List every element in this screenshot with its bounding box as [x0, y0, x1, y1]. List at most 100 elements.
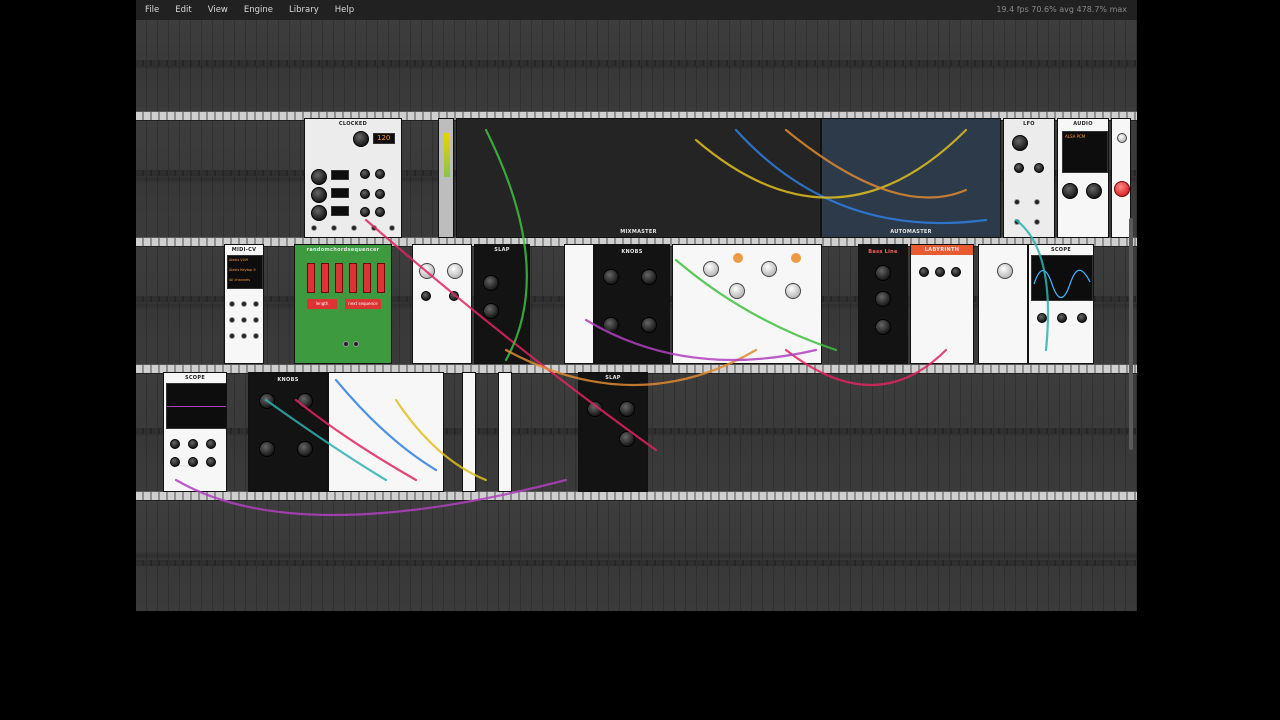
menu-engine[interactable]: Engine — [236, 0, 281, 20]
cv-jack[interactable] — [241, 301, 247, 307]
output-jack[interactable] — [331, 225, 337, 231]
next-sequence-button[interactable]: next sequence — [345, 299, 381, 309]
scale-knob[interactable] — [1077, 313, 1087, 323]
fm-knob[interactable] — [1034, 163, 1044, 173]
knob[interactable] — [603, 317, 619, 333]
knob[interactable] — [259, 393, 275, 409]
chord-button[interactable] — [363, 263, 371, 293]
swing-knob[interactable] — [375, 169, 385, 179]
output-jack[interactable] — [311, 225, 317, 231]
scale-knob[interactable] — [170, 439, 180, 449]
output-jack[interactable] — [389, 225, 395, 231]
knob[interactable] — [641, 317, 657, 333]
menu-edit[interactable]: Edit — [167, 0, 199, 20]
pw-knob[interactable] — [1014, 163, 1024, 173]
lfo-jack[interactable] — [1034, 199, 1040, 205]
module-randomchordsequencer[interactable]: randomchordsequencer length next sequenc… — [294, 244, 392, 364]
swing-knob[interactable] — [375, 189, 385, 199]
scale-knob[interactable] — [1057, 313, 1067, 323]
chord-button[interactable] — [321, 263, 329, 293]
lfo-jack[interactable] — [1034, 219, 1040, 225]
module-knobs[interactable]: KNOBS — [594, 244, 670, 364]
output-jack[interactable] — [351, 225, 357, 231]
knob[interactable] — [297, 441, 313, 457]
scale-knob[interactable] — [188, 457, 198, 467]
env-knob[interactable] — [875, 319, 891, 335]
module-vca[interactable] — [978, 244, 1028, 364]
cv-jack[interactable] — [229, 333, 235, 339]
module-audio[interactable]: AUDIO ALSA PCM — [1057, 118, 1109, 238]
fm-knob[interactable] — [449, 291, 459, 301]
output-jack[interactable] — [371, 225, 377, 231]
chord-button[interactable] — [349, 263, 357, 293]
resonance-knob[interactable] — [785, 283, 801, 299]
fm-knob[interactable] — [421, 291, 431, 301]
knob[interactable] — [259, 441, 275, 457]
module-filter-bank[interactable] — [672, 244, 822, 364]
module-scope[interactable]: SCOPE — [163, 372, 227, 492]
menu-view[interactable]: View — [200, 0, 236, 20]
module-vco[interactable] — [412, 244, 472, 364]
module-mixer[interactable] — [328, 372, 444, 492]
module-automaster[interactable]: AUTOMASTER — [821, 118, 1001, 238]
module-lfo[interactable]: LFO — [1003, 118, 1055, 238]
cutoff-knob[interactable] — [761, 261, 777, 277]
scale-knob[interactable] — [1037, 313, 1047, 323]
swing-knob[interactable] — [360, 207, 370, 217]
menu-library[interactable]: Library — [281, 0, 327, 20]
cutoff-knob[interactable] — [875, 265, 891, 281]
swing-knob[interactable] — [360, 189, 370, 199]
decay-knob[interactable] — [619, 431, 635, 447]
decay-knob[interactable] — [587, 401, 603, 417]
length-button[interactable]: length — [307, 299, 337, 309]
chord-button[interactable] — [377, 263, 385, 293]
ratio-knob[interactable] — [311, 187, 327, 203]
param-knob[interactable] — [951, 267, 961, 277]
rec-knob[interactable] — [1117, 133, 1127, 143]
volume-knob[interactable] — [1062, 183, 1078, 199]
module-labyrinth[interactable]: LABYRINTH — [910, 244, 974, 364]
module-bassline[interactable]: Bass Line — [858, 244, 908, 364]
module-mixmaster[interactable]: MIXMASTER — [456, 118, 821, 238]
seq-jack[interactable] — [343, 341, 349, 347]
swing-knob[interactable] — [360, 169, 370, 179]
ratio-knob[interactable] — [353, 131, 369, 147]
module-scope[interactable]: SCOPE — [1028, 244, 1094, 364]
resonance-knob[interactable] — [729, 283, 745, 299]
decay-knob[interactable] — [483, 275, 499, 291]
cutoff-knob[interactable] — [703, 261, 719, 277]
param-knob[interactable] — [919, 267, 929, 277]
cv-jack[interactable] — [229, 317, 235, 323]
module-slap[interactable]: SLAP — [578, 372, 648, 492]
menu-help[interactable]: Help — [327, 0, 362, 20]
lfo-jack[interactable] — [1014, 199, 1020, 205]
ratio-knob[interactable] — [311, 205, 327, 221]
module-clocked[interactable]: CLOCKED 120 — [304, 118, 402, 238]
cv-jack[interactable] — [229, 301, 235, 307]
pitch-knob[interactable] — [447, 263, 463, 279]
module-knobs[interactable]: KNOBS — [248, 372, 328, 492]
resonance-knob[interactable] — [875, 291, 891, 307]
swing-knob[interactable] — [375, 207, 385, 217]
knob[interactable] — [641, 269, 657, 285]
vertical-scrollbar[interactable] — [1129, 218, 1133, 450]
scale-knob[interactable] — [170, 457, 180, 467]
level-knob[interactable] — [997, 263, 1013, 279]
cv-jack[interactable] — [241, 333, 247, 339]
cv-jack[interactable] — [253, 317, 259, 323]
lfo-jack[interactable] — [1014, 219, 1020, 225]
ratio-knob[interactable] — [311, 169, 327, 185]
cv-jack[interactable] — [253, 301, 259, 307]
module-slap[interactable]: SLAP — [474, 244, 530, 364]
scale-knob[interactable] — [206, 457, 216, 467]
scale-knob[interactable] — [188, 439, 198, 449]
scale-knob[interactable] — [206, 439, 216, 449]
seq-jack[interactable] — [353, 341, 359, 347]
chord-button[interactable] — [335, 263, 343, 293]
cv-jack[interactable] — [253, 333, 259, 339]
module-midi-cv[interactable]: MIDI-CV Alesis VI49 Alesis Keytop II All… — [224, 244, 264, 364]
param-knob[interactable] — [935, 267, 945, 277]
menu-file[interactable]: File — [136, 0, 167, 20]
module-vu-meter[interactable] — [438, 118, 454, 238]
module-rec[interactable] — [1111, 118, 1131, 238]
